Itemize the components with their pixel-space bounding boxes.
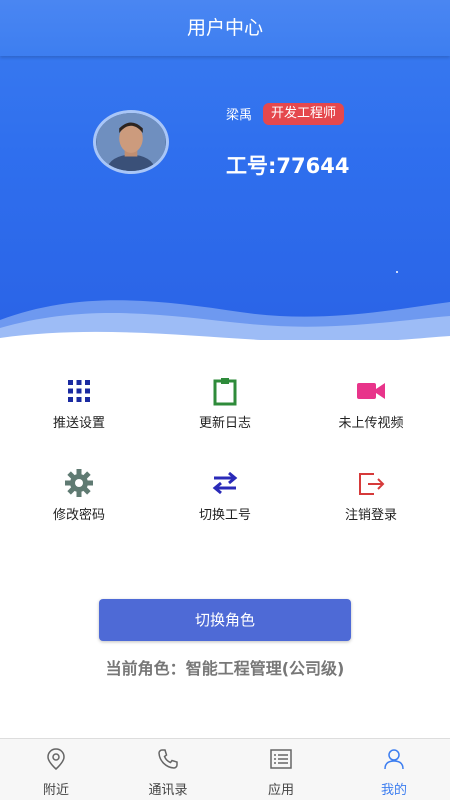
location-pin-icon: [44, 747, 68, 771]
grid-dots-icon: [64, 376, 94, 406]
bottom-navigation: 附近 通讯录 应用 我的: [0, 738, 450, 800]
user-name: 梁禹: [226, 108, 253, 123]
change-password-button[interactable]: 修改密码: [4, 462, 154, 542]
current-role-value: 智能工程管理(公司级): [185, 659, 345, 678]
user-icon: [382, 747, 406, 771]
logout-label: 注销登录: [344, 508, 397, 523]
phone-icon: [156, 747, 180, 771]
page-title: 用户中心: [0, 0, 450, 56]
current-role-prefix: 当前角色：: [105, 659, 186, 678]
nav-label-nearby: 附近: [42, 783, 69, 798]
push-settings-button[interactable]: 推送设置: [4, 370, 154, 450]
logout-icon: [356, 468, 386, 498]
current-role: 当前角色：智能工程管理(公司级): [0, 655, 450, 679]
unuploaded-videos-button[interactable]: 未上传视频: [296, 370, 446, 450]
avatar[interactable]: [93, 110, 169, 174]
change-password-label: 修改密码: [52, 508, 105, 523]
nav-item-apps[interactable]: 应用: [225, 739, 337, 800]
list-icon: [269, 747, 293, 771]
profile-header: 用户中心 梁禹 开发工程师 工号:77644: [0, 0, 450, 340]
unuploaded-videos-label: 未上传视频: [338, 416, 404, 431]
video-camera-icon: [356, 376, 386, 406]
push-settings-label: 推送设置: [52, 416, 105, 431]
role-badge: 开发工程师: [263, 103, 345, 125]
update-log-button[interactable]: 更新日志: [150, 370, 300, 450]
gear-icon: [64, 468, 94, 498]
switch-role-button[interactable]: 切换角色: [99, 599, 351, 641]
decorative-dot: [396, 271, 398, 273]
clipboard-icon: [210, 376, 240, 406]
logout-button[interactable]: 注销登录: [296, 462, 446, 542]
nav-label-mine: 我的: [380, 783, 407, 798]
update-log-label: 更新日志: [198, 416, 251, 431]
nav-item-nearby[interactable]: 附近: [0, 739, 112, 800]
avatar-photo: [96, 113, 166, 171]
nav-label-apps: 应用: [267, 783, 294, 798]
switch-employee-id-label: 切换工号: [198, 508, 251, 523]
wave-decoration: [0, 300, 450, 340]
nav-item-contacts[interactable]: 通讯录: [112, 739, 224, 800]
switch-employee-id-button[interactable]: 切换工号: [150, 462, 300, 542]
nav-label-contacts: 通讯录: [148, 783, 188, 798]
employee-id: 工号:77644: [226, 154, 350, 178]
nav-item-mine[interactable]: 我的: [338, 739, 450, 800]
swap-arrows-icon: [210, 468, 240, 498]
